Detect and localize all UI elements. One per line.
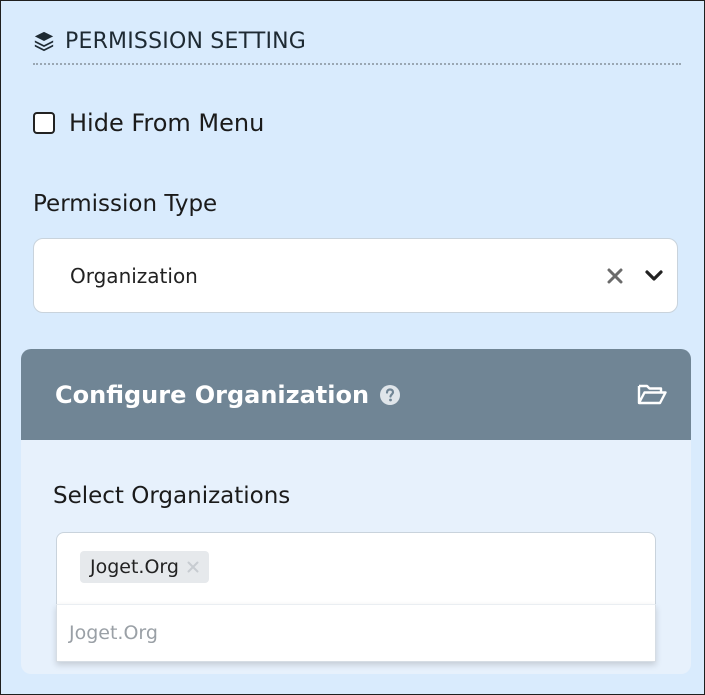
hide-from-menu-row[interactable]: Hide From Menu bbox=[33, 109, 264, 137]
hide-from-menu-label: Hide From Menu bbox=[69, 109, 265, 137]
permission-panel: PERMISSION SETTING Hide From Menu Permis… bbox=[0, 0, 705, 695]
help-icon[interactable] bbox=[379, 384, 401, 406]
hide-from-menu-checkbox[interactable] bbox=[33, 112, 55, 134]
close-icon[interactable] bbox=[187, 561, 199, 573]
organizations-dropdown: Joget.Org bbox=[56, 604, 656, 662]
permission-type-value: Organization bbox=[70, 263, 198, 288]
section-header: PERMISSION SETTING bbox=[33, 19, 681, 65]
configure-organization-title: Configure Organization bbox=[55, 380, 370, 409]
dropdown-option[interactable]: Joget.Org bbox=[69, 622, 158, 644]
permission-type-label: Permission Type bbox=[33, 191, 218, 217]
select-organizations-label: Select Organizations bbox=[53, 483, 291, 509]
layers-icon bbox=[34, 31, 54, 52]
chevron-down-icon[interactable] bbox=[645, 269, 663, 283]
selected-tag-text: Joget.Org bbox=[90, 556, 179, 578]
selected-tag: Joget.Org bbox=[80, 551, 209, 583]
clear-icon[interactable] bbox=[607, 268, 623, 284]
permission-type-select[interactable]: Organization bbox=[33, 238, 678, 313]
folder-open-icon[interactable] bbox=[637, 382, 667, 406]
configure-organization-header: Configure Organization bbox=[21, 349, 691, 440]
section-title: PERMISSION SETTING bbox=[65, 28, 307, 54]
configure-organization-card: Configure Organization Select Organizati… bbox=[21, 349, 691, 674]
organizations-multiselect[interactable]: Joget.Org bbox=[56, 532, 656, 604]
